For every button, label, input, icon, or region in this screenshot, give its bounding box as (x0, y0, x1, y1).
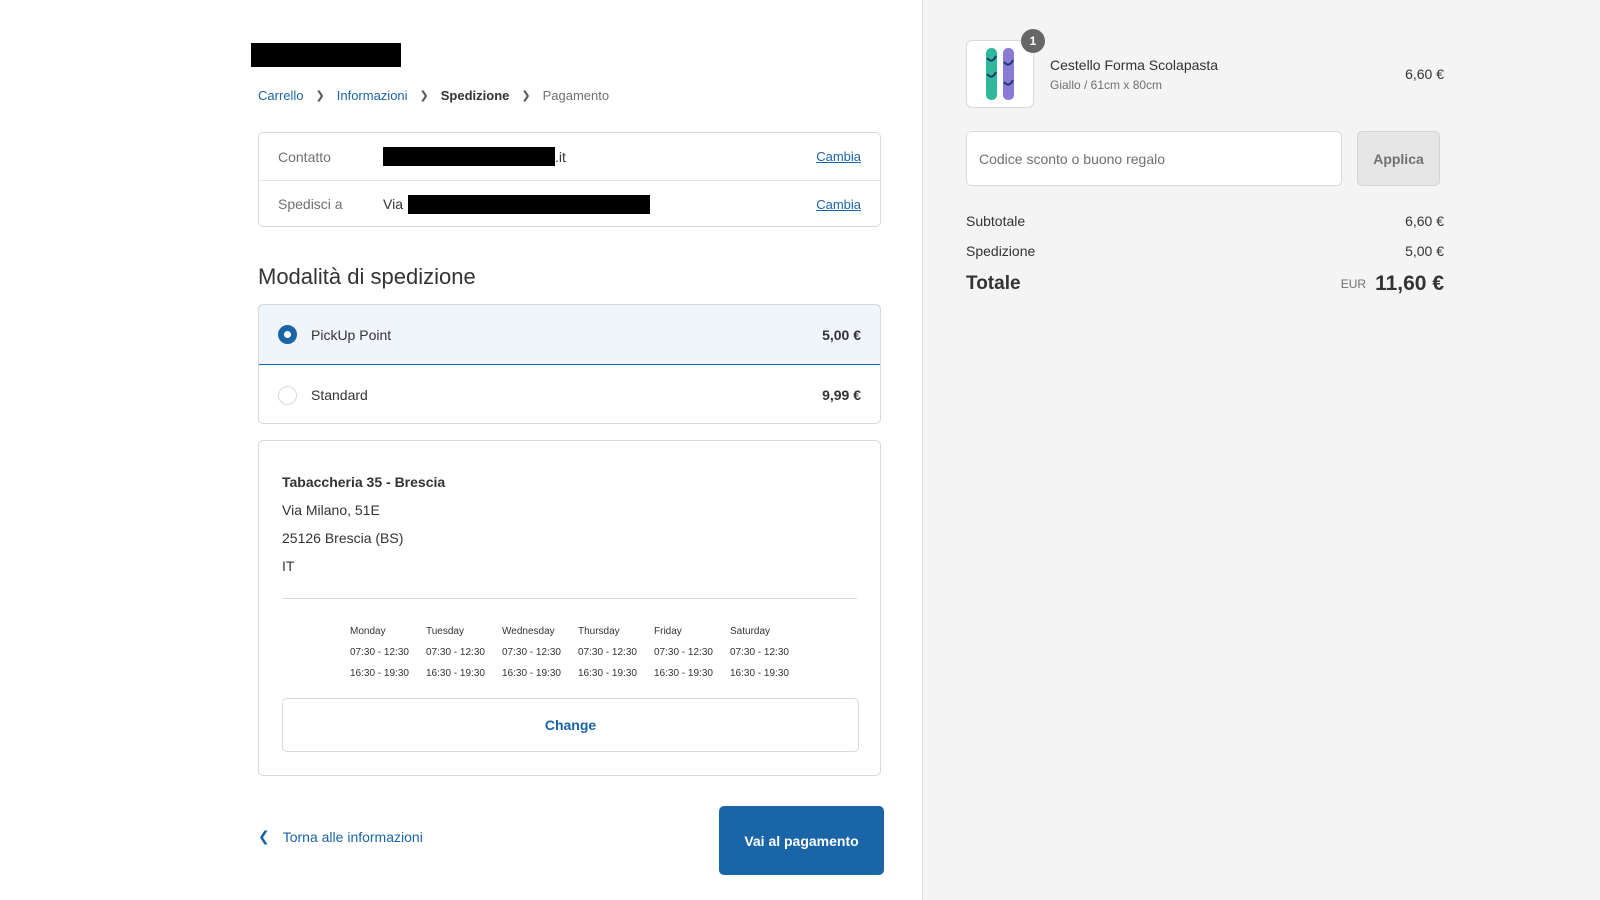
hours-day: Monday (350, 626, 386, 637)
hours-day-column: Saturday 07:30 - 12:30 16:30 - 19:30 (730, 621, 806, 684)
ship-to-prefix: Via (383, 196, 403, 212)
shipping-option-label: PickUp Point (311, 326, 392, 343)
total-amount: 11,60 € (1375, 272, 1444, 295)
review-contact-row: Contatto .it Cambia (259, 133, 880, 180)
hours-day-column: Tuesday 07:30 - 12:30 16:30 - 19:30 (426, 621, 502, 684)
currency-code: EUR (1340, 277, 1367, 291)
opening-hours: Monday 07:30 - 12:30 16:30 - 19:30 Tuesd… (282, 621, 857, 684)
shipping-cost-label: Spedizione (966, 243, 1036, 259)
ship-to-label: Spedisci a (278, 196, 343, 212)
change-address-link[interactable]: Cambia (816, 197, 861, 212)
continue-to-payment-button[interactable]: Vai al pagamento (719, 806, 884, 875)
hours-morning: 07:30 - 12:30 (502, 647, 561, 658)
chevron-left-icon: ❮ (258, 828, 270, 844)
shipping-option-price: 5,00 € (822, 326, 861, 343)
hours-afternoon: 16:30 - 19:30 (654, 668, 713, 679)
breadcrumb-payment: Pagamento (542, 88, 610, 103)
store-logo-redacted (251, 43, 401, 67)
shipping-method-title: Modalità di spedizione (258, 264, 476, 289)
breadcrumb-information[interactable]: Informazioni (337, 88, 408, 103)
hours-afternoon: 16:30 - 19:30 (426, 668, 485, 679)
product-name: Cestello Forma Scolapasta (1050, 56, 1219, 73)
back-link-label: Torna alle informazioni (282, 828, 423, 845)
pickup-point-country: IT (282, 558, 295, 574)
change-contact-link[interactable]: Cambia (816, 149, 861, 164)
discount-form: Applica (966, 131, 1444, 186)
pickup-point-city: 25126 Brescia (BS) (282, 530, 404, 546)
product-price: 6,60 € (1405, 66, 1444, 82)
pickup-point-details: Tabaccheria 35 - Brescia Via Milano, 51E… (258, 440, 881, 776)
pickup-point-name: Tabaccheria 35 - Brescia (282, 474, 446, 490)
subtotal-row: Subtotale 6,60 € (966, 213, 1444, 229)
hours-afternoon: 16:30 - 19:30 (578, 668, 637, 679)
hours-day-column: Thursday 07:30 - 12:30 16:30 - 19:30 (578, 621, 654, 684)
radio-selected-icon[interactable] (278, 325, 297, 344)
hours-afternoon: 16:30 - 19:30 (350, 668, 409, 679)
radio-unselected-icon[interactable] (278, 385, 297, 405)
subtotal-label: Subtotale (966, 213, 1026, 229)
pickup-point-street: Via Milano, 51E (282, 502, 380, 518)
hours-afternoon: 16:30 - 19:30 (730, 668, 789, 679)
hours-day-column: Monday 07:30 - 12:30 16:30 - 19:30 (350, 621, 426, 684)
hours-morning: 07:30 - 12:30 (426, 647, 485, 658)
shipping-cost-row: Spedizione 5,00 € (966, 243, 1444, 259)
chevron-right-icon: ❯ (315, 90, 325, 102)
apply-discount-button[interactable]: Applica (1357, 131, 1440, 186)
breadcrumb-shipping: Spedizione (440, 88, 510, 103)
hours-morning: 07:30 - 12:30 (350, 647, 409, 658)
breadcrumb: Carrello ❯ Informazioni ❯ Spedizione ❯ P… (258, 88, 609, 103)
product-variant: Giallo / 61cm x 80cm (1050, 77, 1163, 92)
review-block: Contatto .it Cambia Spedisci a Via Cambi… (258, 132, 881, 227)
back-to-information-link[interactable]: ❮ Torna alle informazioni (258, 828, 423, 845)
total-value-group: EUR 11,60 € (1341, 272, 1444, 296)
shipping-option-price: 9,99 € (822, 387, 861, 403)
order-line-item: 1 Cestello Forma Scolapasta Giallo / 61c… (966, 29, 1444, 108)
hours-day: Friday (654, 626, 682, 637)
hours-morning: 07:30 - 12:30 (730, 647, 789, 658)
checkout-main: Carrello ❯ Informazioni ❯ Spedizione ❯ P… (0, 0, 922, 900)
shipping-option-pickup[interactable]: PickUp Point 5,00 € (259, 305, 880, 365)
chevron-right-icon: ❯ (521, 90, 531, 102)
hours-day: Wednesday (502, 626, 555, 637)
total-row: Totale EUR 11,60 € (966, 272, 1444, 296)
hours-morning: 07:30 - 12:30 (654, 647, 713, 658)
shipping-methods: PickUp Point 5,00 € Standard 9,99 € (258, 304, 881, 424)
chevron-right-icon: ❯ (419, 90, 429, 102)
hours-afternoon: 16:30 - 19:30 (502, 668, 561, 679)
hours-day: Saturday (730, 626, 771, 637)
total-label: Totale (966, 273, 1021, 294)
product-info: Cestello Forma Scolapasta Giallo / 61cm … (1050, 57, 1405, 92)
contact-label: Contatto (278, 148, 331, 165)
hours-morning: 07:30 - 12:30 (578, 647, 637, 658)
product-thumbnail: 1 (966, 29, 1045, 108)
ship-to-address-redacted (407, 194, 650, 214)
divider (282, 598, 857, 599)
contact-value: .it (383, 147, 566, 166)
shipping-cost-value: 5,00 € (1405, 243, 1444, 259)
review-ship-to-row: Spedisci a Via Cambia (259, 180, 880, 227)
shipping-option-standard[interactable]: Standard 9,99 € (259, 365, 880, 423)
subtotal-value: 6,60 € (1405, 213, 1444, 229)
change-pickup-point-button[interactable]: Change (282, 698, 859, 752)
shipping-option-label: Standard (311, 387, 368, 403)
product-image-icon (986, 48, 1014, 100)
discount-code-input[interactable] (966, 131, 1342, 186)
contact-email-redacted (383, 147, 555, 166)
contact-email-suffix: .it (555, 148, 566, 165)
ship-to-value: Via (383, 194, 650, 214)
hours-day-column: Wednesday 07:30 - 12:30 16:30 - 19:30 (502, 621, 578, 684)
quantity-badge: 1 (1021, 29, 1045, 53)
hours-day: Thursday (578, 626, 620, 637)
hours-day-column: Friday 07:30 - 12:30 16:30 - 19:30 (654, 621, 730, 684)
breadcrumb-cart[interactable]: Carrello (258, 88, 304, 103)
hours-day: Tuesday (426, 626, 464, 637)
